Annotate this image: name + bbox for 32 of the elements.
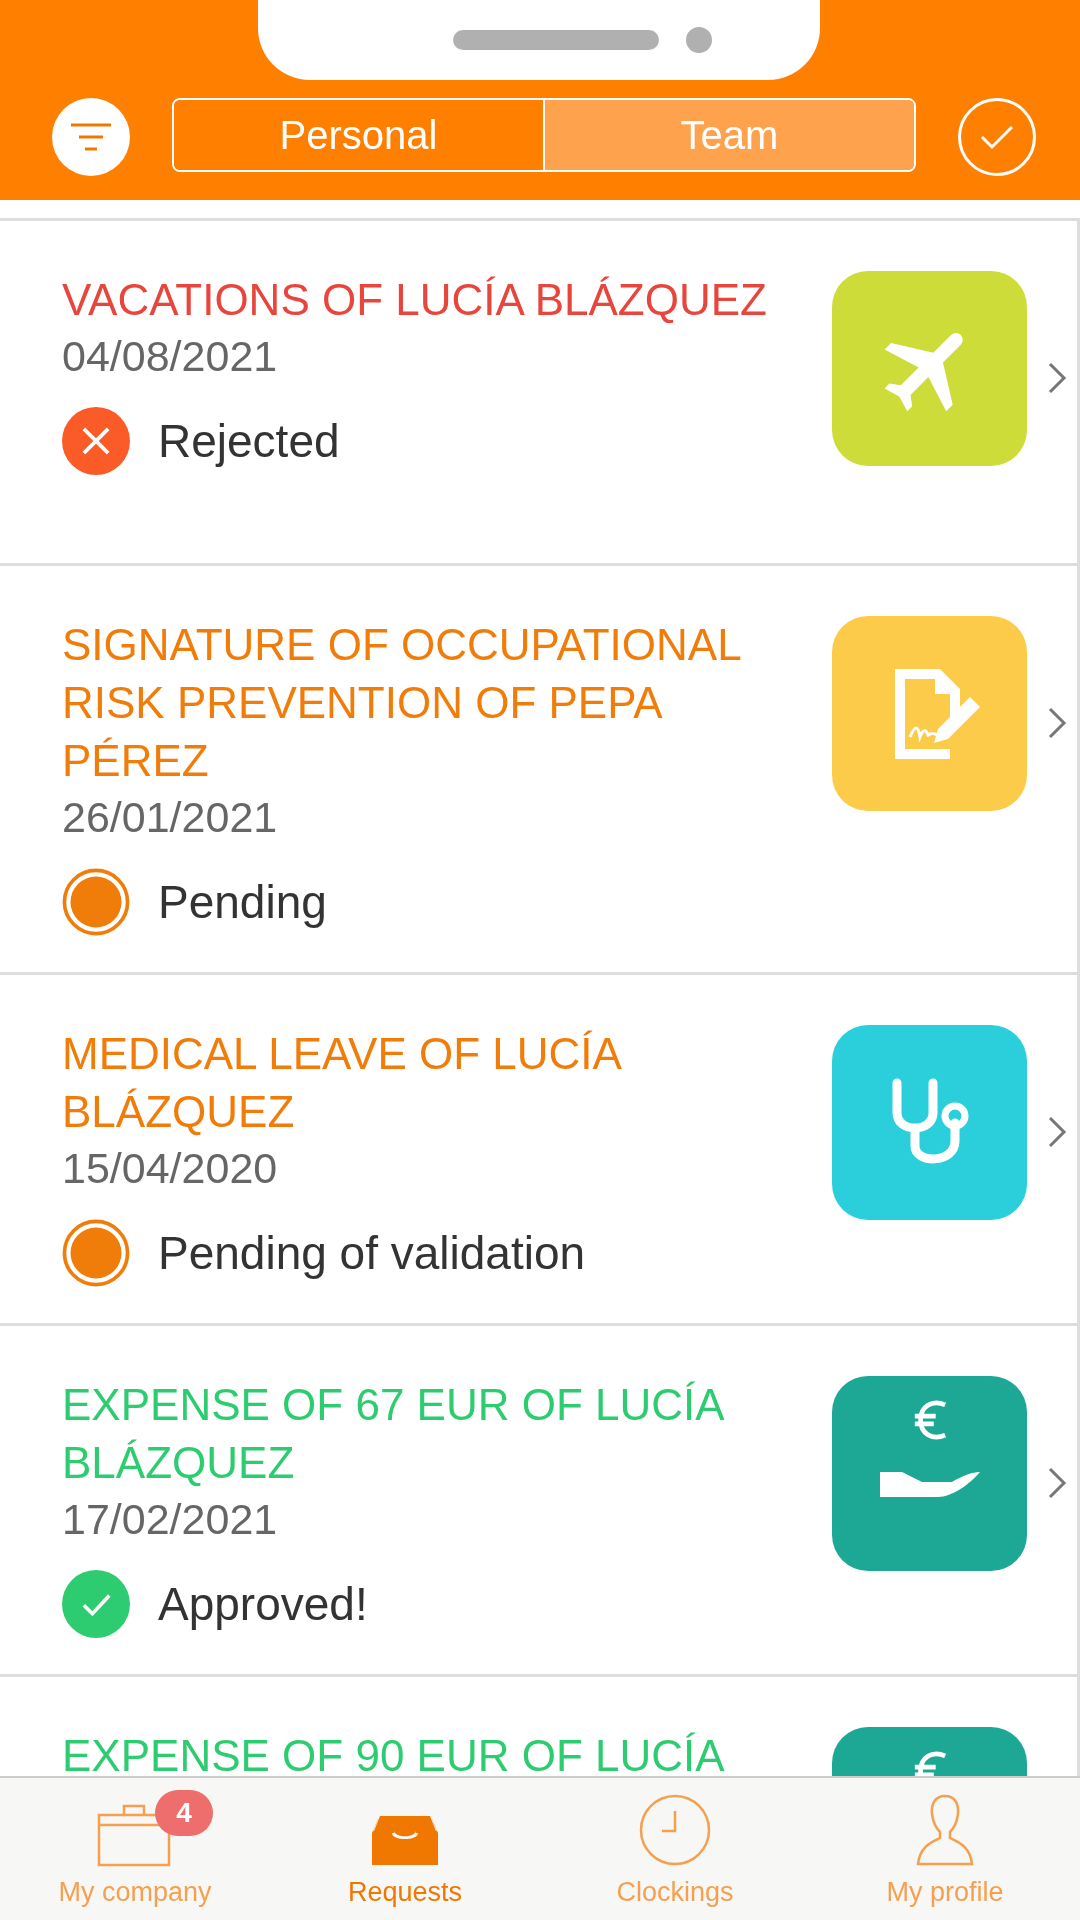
request-card[interactable]: MEDICAL LEAVE OF LUCÍA BLÁZQUEZ 15/04/2020 Pending of validation (0, 972, 1080, 1323)
filter-icon (69, 122, 113, 152)
request-date: 26/01/2021 (62, 792, 279, 843)
status-label: Approved! (158, 1577, 368, 1631)
request-title: EXPENSE OF 67 EUR OF LUCÍA BLÁZQUEZ (62, 1379, 724, 1489)
nav-tab[interactable]: Requests (270, 1778, 540, 1920)
status-label: Rejected (158, 414, 340, 468)
nav-tab[interactable]: Clockings (540, 1778, 810, 1920)
status-label: Pending (158, 875, 327, 929)
request-card[interactable]: EXPENSE OF 67 EUR OF LUCÍA BLÁZQUEZ 17/02/2021 Approved! (0, 1323, 1080, 1674)
request-title: SIGNATURE OF OCCUPATIONAL RISK PREVENTION OF PEPA PÉREZ (62, 619, 742, 787)
nav-tab[interactable]: 4 My company (0, 1778, 270, 1920)
status-label: Pending of validation (158, 1226, 586, 1280)
person-icon (915, 1793, 975, 1867)
check-icon (979, 123, 1015, 151)
chevron-icon (1047, 706, 1067, 740)
notification-badge: 4 (155, 1790, 213, 1836)
chevron-icon (1047, 1115, 1067, 1149)
confirm-button[interactable] (958, 98, 1036, 176)
request-title: MEDICAL LEAVE OF LUCÍA BLÁZQUEZ (62, 1028, 622, 1138)
clock-icon (638, 1793, 712, 1867)
request-date: 04/08/2021 (62, 331, 279, 382)
chevron-icon (1047, 361, 1067, 395)
request-date: 15/04/2020 (62, 1143, 279, 1194)
request-card[interactable]: SIGNATURE OF OCCUPATIONAL RISK PREVENTION OF PEPA PÉREZ 26/01/2021 Pending (0, 563, 1080, 972)
request-date: 17/02/2021 (62, 1494, 279, 1545)
request-title: VACATIONS OF LUCÍA BLÁZQUEZ (62, 274, 768, 326)
request-card[interactable]: VACATIONS OF LUCÍA BLÁZQUEZ 04/08/2021 Rejected (0, 218, 1080, 563)
segment-tab[interactable]: Team (543, 100, 914, 170)
chevron-icon (1047, 1466, 1067, 1500)
request-title: EXPENSE OF 90 EUR OF LUCÍA (62, 1730, 726, 1776)
nav-tab[interactable]: My profile (810, 1778, 1080, 1920)
